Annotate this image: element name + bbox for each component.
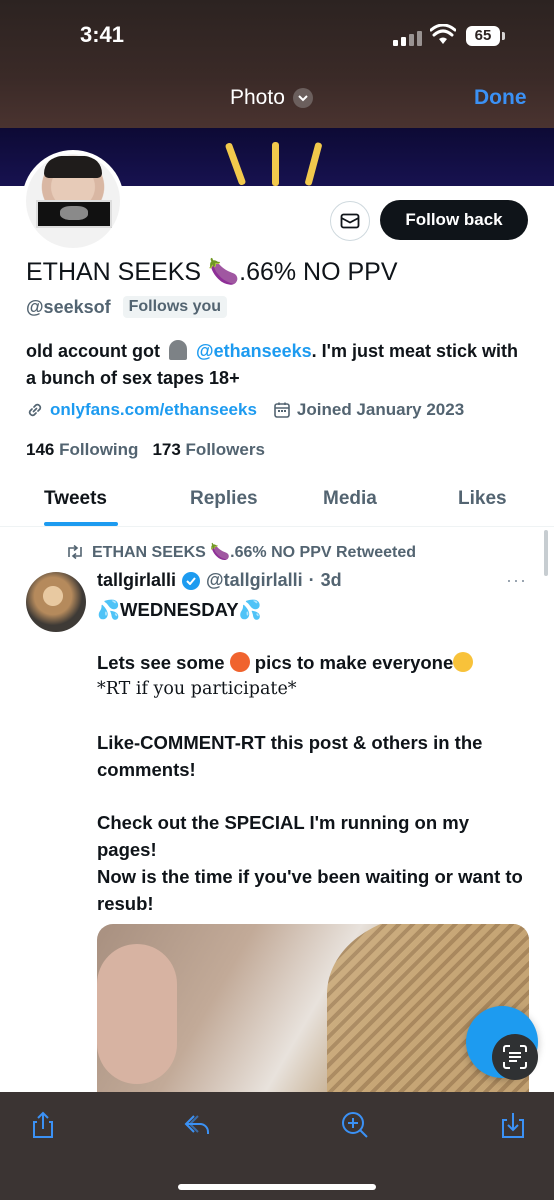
- zoom-in-icon[interactable]: [340, 1110, 370, 1140]
- viewer-title: Photo: [230, 86, 285, 109]
- followers-count: 173: [152, 440, 181, 459]
- cellular-signal-icon: [393, 30, 423, 46]
- save-to-files-icon[interactable]: [498, 1110, 528, 1140]
- avatar-image: [26, 154, 120, 248]
- follows-you-badge: Follows you: [122, 296, 228, 318]
- profile-meta: onlyfans.com/ethanseeks Joined January 2…: [26, 400, 464, 420]
- tweet-line-2b: pics to make everyone: [254, 652, 454, 673]
- live-text-icon[interactable]: [492, 1034, 538, 1080]
- follow-back-button[interactable]: Follow back: [380, 200, 528, 240]
- reply-icon[interactable]: [182, 1110, 212, 1140]
- followers-link[interactable]: 173 Followers: [152, 440, 264, 460]
- scrollbar[interactable]: [544, 530, 548, 576]
- avatar[interactable]: [22, 150, 124, 252]
- followers-label: Followers: [185, 440, 265, 459]
- tweet-text: 💦WEDNESDAY💦 Lets see some pics to make e…: [97, 596, 527, 917]
- retweeted-by-text: ETHAN SEEKS 🍆.66% NO PPV Retweeted: [92, 544, 417, 561]
- retweet-icon: [68, 545, 82, 559]
- retweet-context: ETHAN SEEKS 🍆.66% NO PPV Retweeted: [66, 542, 416, 562]
- profile-card: Follow back ETHAN SEEKS 🍆.66% NO PPV @se…: [0, 150, 554, 1094]
- tweet-line-1: WEDNESDAY: [120, 599, 239, 620]
- display-name: ETHAN SEEKS 🍆.66% NO PPV: [26, 258, 398, 286]
- banner-decoration: [224, 142, 247, 186]
- relieved-face-emoji-icon: [453, 652, 474, 672]
- status-time: 3:41: [80, 22, 125, 47]
- user-handle: @seeksof: [26, 296, 111, 317]
- tweet-line-4: Like-COMMENT-RT this post & others in th…: [97, 732, 483, 780]
- photo-viewer-header: 3:41 65 Photo Done: [0, 0, 554, 128]
- verified-badge-icon: [182, 571, 201, 590]
- battery-indicator: 65: [466, 26, 500, 46]
- join-date: Joined January 2023: [296, 400, 465, 419]
- viewer-title-menu[interactable]: Photo: [230, 86, 313, 110]
- chevron-down-icon: [292, 88, 313, 108]
- website-link[interactable]: onlyfans.com/ethanseeks: [50, 400, 257, 420]
- link-icon: [28, 403, 42, 417]
- active-tab-indicator: [44, 522, 118, 526]
- tweet-time: 3d: [320, 570, 342, 590]
- battery-tip: [502, 32, 505, 40]
- mail-icon: [340, 213, 360, 229]
- tweet-media-image[interactable]: [97, 924, 529, 1094]
- banner-decoration: [272, 142, 279, 186]
- profile-bio: old account got @ethanseeks. I'm just me…: [26, 338, 526, 392]
- more-options-icon[interactable]: ···: [506, 570, 527, 591]
- home-indicator[interactable]: [178, 1184, 376, 1190]
- banner-decoration: [304, 141, 323, 186]
- done-button[interactable]: Done: [474, 86, 527, 110]
- tweet-header: tallgirlalli @tallgirlalli · 3d: [97, 570, 342, 591]
- bio-mention-link[interactable]: @ethanseeks: [196, 341, 312, 361]
- handle-row: @seeksof Follows you: [26, 296, 228, 318]
- calendar-icon: [274, 402, 290, 418]
- tweet-line-6: Now is the time if you've been waiting o…: [97, 866, 523, 914]
- tweet-author-avatar[interactable]: [26, 572, 86, 632]
- droplets-emoji-icon: 💦: [238, 599, 262, 620]
- following-label: Following: [59, 440, 139, 459]
- tab-media[interactable]: Media: [323, 488, 377, 510]
- tab-likes[interactable]: Likes: [458, 488, 507, 510]
- tab-replies[interactable]: Replies: [190, 488, 258, 510]
- hot-face-emoji-icon: [229, 652, 250, 672]
- headstone-emoji-icon: [169, 340, 188, 360]
- following-count: 146: [26, 440, 55, 459]
- droplets-emoji-icon: 💦: [97, 599, 121, 620]
- separator-dot: ·: [308, 570, 315, 590]
- tweet-line-2a: Lets see some: [97, 652, 225, 673]
- tweet-line-5: Check out the SPECIAL I'm running on my …: [97, 812, 470, 860]
- tweet-author-name[interactable]: tallgirlalli: [97, 570, 176, 591]
- message-button[interactable]: [330, 201, 370, 241]
- following-link[interactable]: 146 Following: [26, 440, 138, 460]
- profile-tabs: Tweets Replies Media Likes: [0, 482, 554, 527]
- follow-stats: 146 Following 173 Followers: [26, 440, 265, 460]
- tweet-author-handle[interactable]: @tallgirlalli: [206, 570, 303, 591]
- share-icon[interactable]: [28, 1110, 58, 1140]
- tab-tweets[interactable]: Tweets: [44, 488, 107, 510]
- bio-text-start: old account got: [26, 341, 160, 361]
- wifi-icon: [430, 24, 456, 44]
- tweet-line-3: *RT if you participate*: [97, 679, 297, 699]
